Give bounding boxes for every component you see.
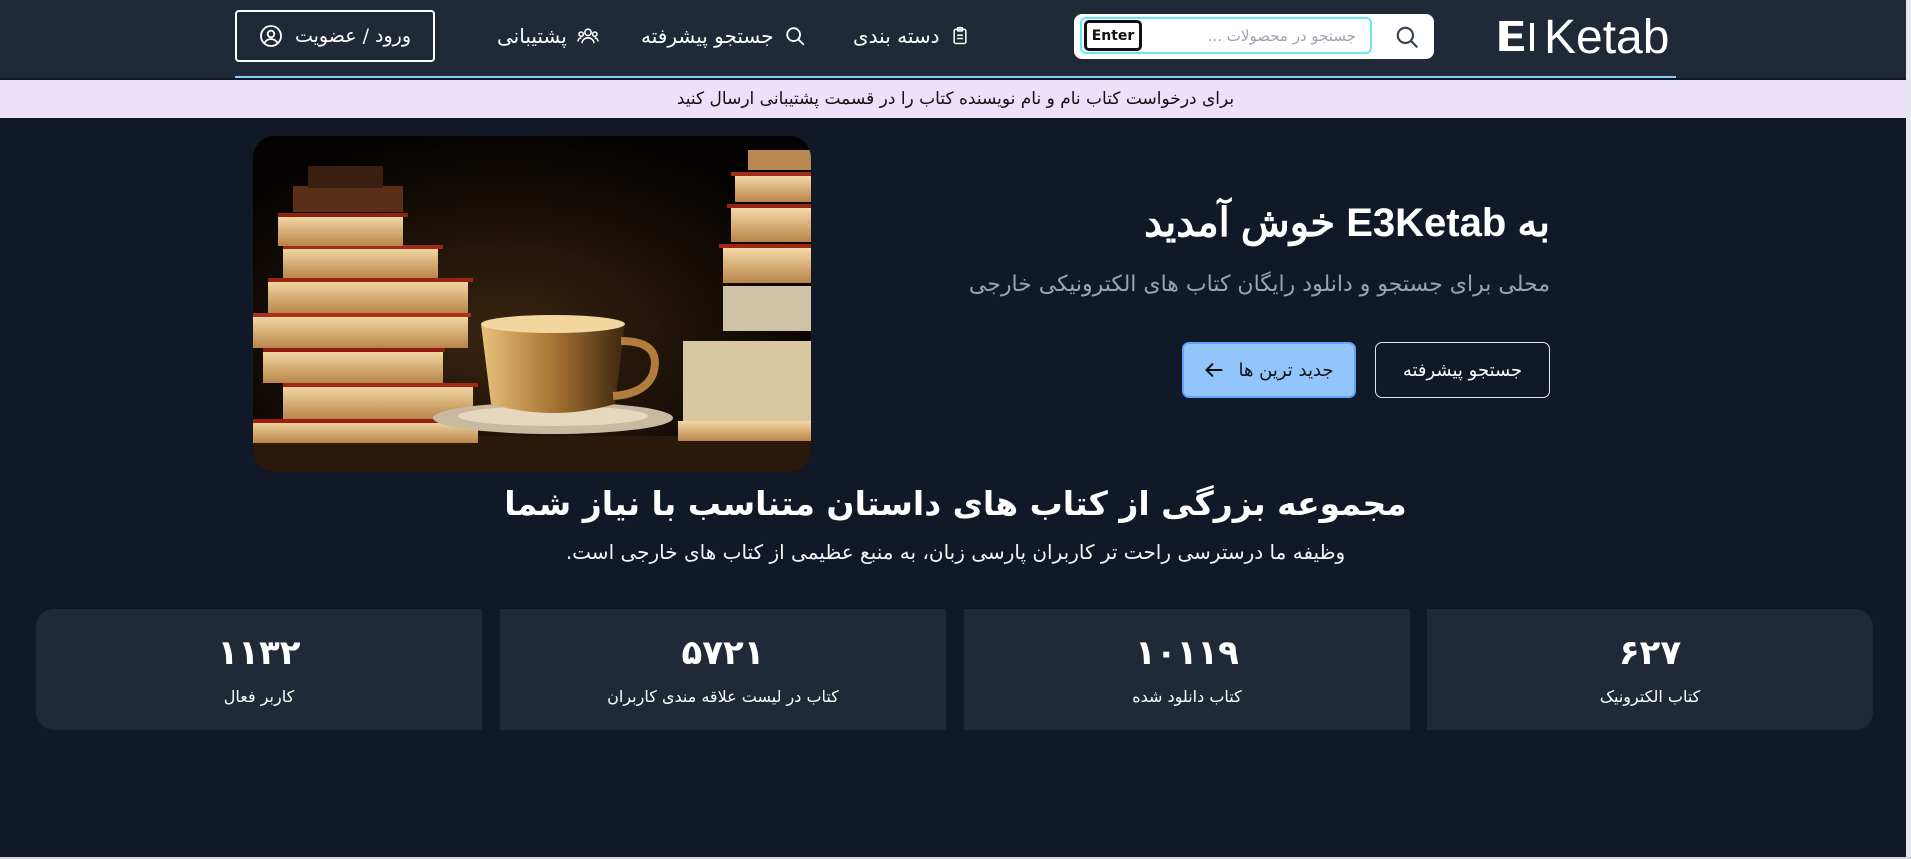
stat-value: ۶۲۷ [1618,633,1682,673]
logo-text: Ketab [1544,10,1670,64]
section-subtitle: وظیفه ما درسترسی راحت تر کاربران پارسی ز… [565,540,1346,564]
login-register-button[interactable]: ورود / عضویت [235,10,435,62]
stat-label: کتاب دانلود شده [1132,687,1242,706]
scrollbar-track[interactable] [1906,0,1911,859]
users-icon [577,28,599,44]
nav-categories-label: دسته بندی [853,24,940,48]
site-logo[interactable]: E Ketab [1480,8,1672,66]
hero-image-books-coffee [253,136,811,472]
hero-title: به E3Ketab خوش آمدید [1144,201,1550,245]
top-navbar: EKetab Enter دسته بندی جستجو پیشرفته پشت… [0,0,1911,78]
stat-label: کتاب در لیست علاقه مندی کاربران [607,687,839,706]
nav-support[interactable]: پشتیبانی [497,14,599,58]
search-bar: Enter [1074,14,1434,59]
newest-books-button[interactable]: جدید ترین ها [1182,342,1356,398]
stat-label: کتاب الکترونیک [1599,687,1701,706]
stat-value: ۱۰۱۱۹ [1135,633,1239,673]
clipboard-icon [952,26,967,45]
stat-value: ۵۷۲۱ [681,633,765,673]
user-circle-icon [260,25,282,47]
advanced-search-button-label: جستجو پیشرفته [1402,359,1523,381]
stat-card-ebooks: ۶۲۷ کتاب الکترونیک [1427,609,1873,730]
stat-card-downloads: ۱۰۱۱۹ کتاب دانلود شده [964,609,1410,730]
arrow-left-icon [1205,363,1223,377]
nav-categories[interactable]: دسته بندی [853,14,970,58]
search-icon [1396,26,1418,48]
logo-mark-icon: E [1480,12,1542,61]
newest-books-button-label: جدید ترین ها [1238,359,1334,381]
nav-advanced-search-label: جستجو پیشرفته [641,24,774,48]
stat-card-active-users: ۱۱۳۲ کاربر فعال [36,609,482,730]
section-title: مجموعه بزرگی از کتاب های داستان متناسب ب… [504,484,1407,523]
advanced-search-button[interactable]: جستجو پیشرفته [1375,342,1550,398]
notice-banner: برای درخواست کتاب نام و نام نویسنده کتاب… [0,80,1911,118]
enter-button[interactable]: Enter [1084,20,1142,51]
search-icon [785,27,804,46]
nav-support-label: پشتیبانی [497,24,567,48]
stat-value: ۱۱۳۲ [217,633,301,673]
stat-card-wishlist: ۵۷۲۱ کتاب در لیست علاقه مندی کاربران [500,609,946,730]
header-divider [235,76,1676,78]
nav-advanced-search[interactable]: جستجو پیشرفته [641,14,806,58]
login-register-label: ورود / عضویت [294,25,412,47]
hero-subtitle: محلی برای جستجو و دانلود رایگان کتاب های… [968,272,1550,297]
search-submit-button[interactable] [1380,14,1434,59]
stat-label: کاربر فعال [223,687,295,706]
